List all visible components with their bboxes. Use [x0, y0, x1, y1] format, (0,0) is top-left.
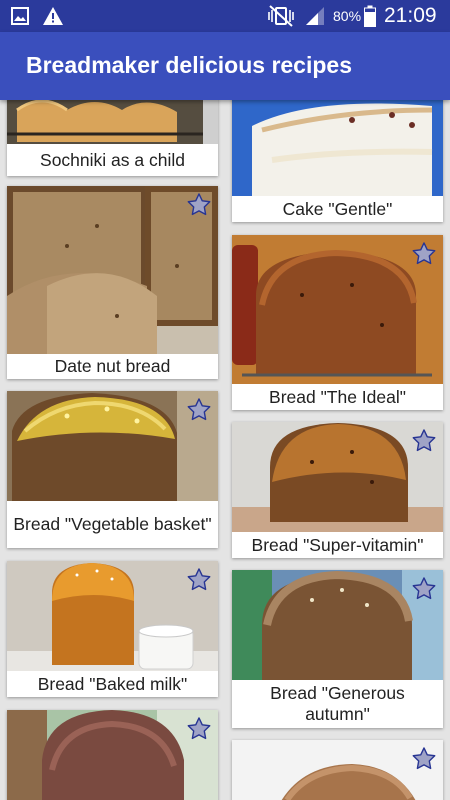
favorite-star-icon[interactable] — [411, 241, 437, 267]
recipe-card[interactable] — [232, 740, 443, 800]
recipe-title: Bread "Generous autumn" — [270, 683, 405, 724]
recipe-photo — [7, 100, 218, 144]
recipe-card[interactable]: Bread "Generous autumn" — [232, 570, 443, 728]
favorite-star-icon[interactable] — [186, 716, 212, 742]
clock: 21:09 — [384, 4, 437, 27]
recipe-card[interactable]: Bread "The Ideal" — [232, 235, 443, 410]
recipe-title: Bread "Vegetable basket" — [13, 514, 212, 534]
recipe-title: Sochniki as a child — [40, 149, 185, 170]
recipe-card[interactable]: Bread "Vegetable basket" — [7, 391, 218, 548]
app-bar: Breadmaker delicious recipes — [0, 32, 450, 100]
app-title: Breadmaker delicious recipes — [26, 52, 352, 78]
recipe-title: Date nut bread — [54, 356, 171, 376]
recipe-grid[interactable]: Sochniki as a child Date nut bread Bread… — [0, 100, 450, 800]
recipe-card[interactable]: Bread "Baked milk" — [7, 561, 218, 697]
gallery-icon — [10, 0, 30, 32]
recipe-card[interactable] — [7, 710, 218, 800]
recipe-card[interactable]: Sochniki as a child — [7, 100, 218, 176]
status-bar: 80% 21:09 — [0, 0, 450, 32]
recipe-card[interactable]: Date nut bread — [7, 186, 218, 379]
recipe-title: Cake "Gentle" — [282, 198, 393, 219]
recipe-title: Bread "The Ideal" — [269, 386, 406, 407]
favorite-star-icon[interactable] — [186, 567, 212, 593]
favorite-star-icon[interactable] — [411, 428, 437, 454]
vibrate-mute-icon — [266, 0, 296, 32]
warning-icon — [42, 0, 64, 32]
favorite-star-icon[interactable] — [411, 576, 437, 602]
recipe-card[interactable]: Cake "Gentle" — [232, 100, 443, 222]
recipe-card[interactable]: Bread "Super-vitamin" — [232, 422, 443, 558]
favorite-star-icon[interactable] — [411, 746, 437, 772]
recipe-title: Bread "Baked milk" — [37, 673, 188, 694]
recipe-title: Bread "Super-vitamin" — [251, 534, 424, 555]
favorite-star-icon[interactable] — [186, 192, 212, 218]
signal-icon — [304, 0, 326, 32]
recipe-photo — [232, 100, 443, 196]
battery-percent: 80% — [333, 8, 362, 24]
favorite-star-icon[interactable] — [186, 397, 212, 423]
battery-icon — [364, 0, 376, 32]
